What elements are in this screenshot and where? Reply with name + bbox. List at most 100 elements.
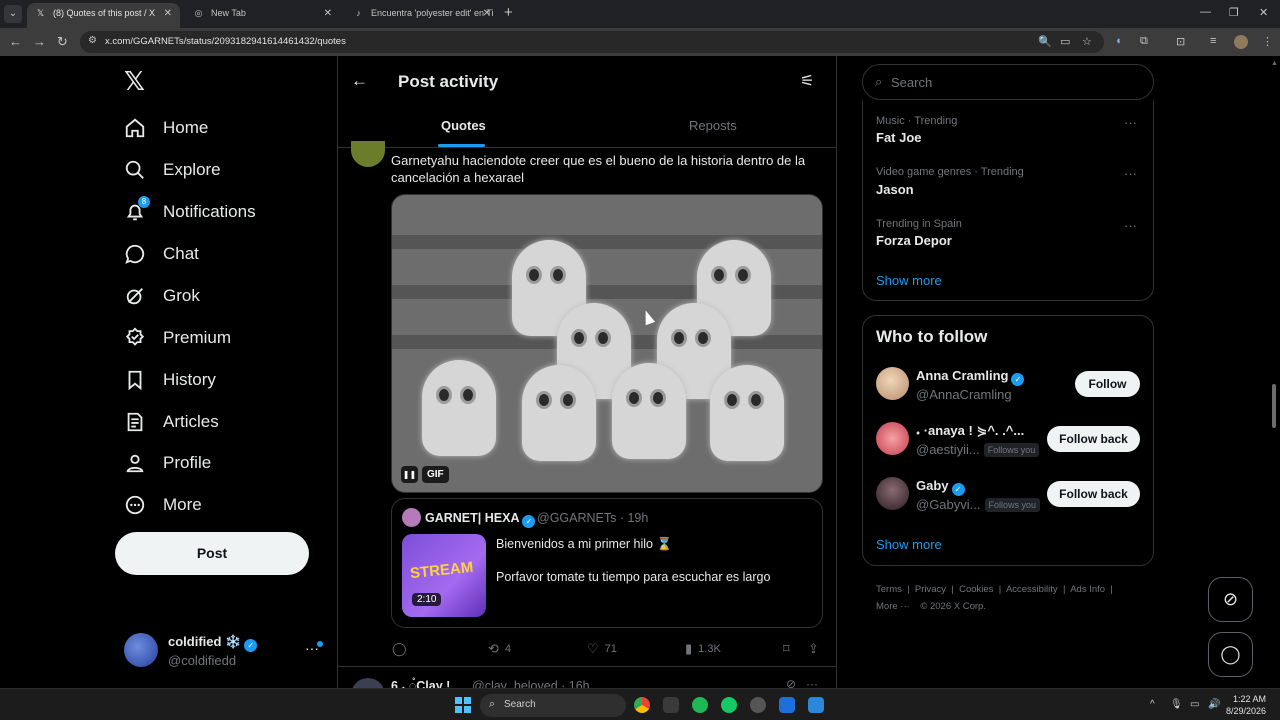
sidebar-item-notifications[interactable]: 8 Notifications (124, 196, 256, 227)
repost-button[interactable]: ⟲ 4 (488, 641, 511, 657)
sidebar-item-profile[interactable]: Profile (124, 448, 211, 478)
avatar[interactable] (402, 508, 421, 527)
follow-user-name[interactable]: Gaby ✓ (916, 478, 965, 496)
grok-fab-icon[interactable]: ⊘ (1208, 577, 1253, 622)
back-icon[interactable]: ← (9, 34, 22, 49)
footer-link-accessibility[interactable]: Accessibility (1006, 584, 1058, 595)
audio-icon[interactable]: ◖ (1115, 35, 1122, 47)
notepad-app-icon[interactable] (779, 697, 795, 713)
sidebar-item-home[interactable]: Home (124, 113, 208, 143)
extensions-icon[interactable]: ⧉ (1140, 35, 1148, 48)
pause-icon[interactable]: ❚❚ (401, 466, 418, 483)
more-options-icon[interactable]: ··· (1124, 166, 1137, 181)
trend-name[interactable]: Forza Depor (876, 233, 952, 248)
tray-overflow-icon[interactable]: ^ (1150, 699, 1155, 710)
quoted-author-name[interactable]: GARNET| HEXA ✓ (425, 511, 536, 528)
scroll-up-icon[interactable]: ▲ (1271, 60, 1278, 67)
messages-fab-icon[interactable]: ◯ (1208, 632, 1253, 677)
back-arrow-icon[interactable]: ← (351, 71, 368, 91)
close-tab-icon[interactable]: ✕ (483, 3, 491, 24)
zoom-icon[interactable]: 🔍 (1038, 35, 1052, 48)
sidebar-item-chat[interactable]: Chat (124, 239, 199, 269)
footer-more-link[interactable]: More ··· (876, 601, 910, 612)
bookmark-star-icon[interactable]: ☆ (1082, 35, 1092, 48)
close-tab-icon[interactable]: ✕ (164, 3, 172, 24)
browser-tab-active[interactable]: 𝕏 (8) Quotes of this post / X ✕ (27, 3, 180, 28)
menu-icon[interactable]: ⋮ (1262, 35, 1273, 48)
address-bar[interactable]: ⚙ x.com/GGARNETs/status/2093182941614461… (80, 31, 1104, 53)
follow-button[interactable]: Follow (1075, 371, 1140, 397)
avatar[interactable] (876, 422, 909, 455)
recorder-app-icon[interactable] (750, 697, 766, 713)
trend-name[interactable]: Jason (876, 182, 914, 197)
sidebar-item-explore[interactable]: Explore (124, 155, 221, 185)
browser-tab[interactable]: ◎ New Tab ✕ (185, 3, 340, 28)
account-avatar[interactable] (124, 633, 158, 667)
sidebar-item-more[interactable]: More (124, 490, 202, 520)
browser-toolbar: ← → ↻ ⚙ x.com/GGARNETs/status/2093182941… (0, 28, 1280, 56)
chrome-app-icon[interactable] (634, 697, 650, 713)
avatar[interactable] (876, 477, 909, 510)
follow-user-name[interactable]: Anna Cramling ✓ (916, 368, 1025, 386)
avatar[interactable] (876, 367, 909, 400)
reading-list-icon[interactable]: ≡ (1210, 35, 1216, 47)
new-tab-icon[interactable]: + (504, 4, 513, 21)
tab-search-button[interactable]: ⌄ (4, 5, 22, 23)
network-icon[interactable]: ▭ (1190, 699, 1199, 710)
share-button[interactable]: ⇪ (808, 641, 819, 657)
views-button[interactable]: ▮ 1.3K (685, 641, 721, 657)
taskbar-clock[interactable]: 1:22 AM 8/29/2026 (1226, 693, 1266, 717)
spotify-app-icon[interactable] (692, 697, 708, 713)
like-button[interactable]: ♡ 71 (587, 641, 617, 657)
windows-start-icon[interactable] (455, 697, 471, 713)
follow-back-button[interactable]: Follow back (1047, 426, 1140, 452)
more-options-icon[interactable]: ··· (1124, 115, 1137, 130)
minimize-icon[interactable]: — (1200, 6, 1211, 18)
trend-name[interactable]: Fat Joe (876, 130, 922, 145)
close-tab-icon[interactable]: ✕ (324, 3, 332, 24)
sidebar-item-grok[interactable]: Grok (124, 281, 200, 311)
account-name[interactable]: coldified ❄️ ✓ (168, 634, 258, 652)
ghost-figure (612, 363, 686, 459)
bookmark-button[interactable]: ⌑ (783, 641, 790, 657)
post-gif[interactable] (391, 194, 823, 493)
reply-button[interactable]: ◯ (392, 641, 413, 657)
xbox-app-icon[interactable] (721, 697, 737, 713)
sidebar-item-premium[interactable]: Premium (124, 323, 231, 353)
search-input[interactable]: ⌕ Search (862, 64, 1154, 100)
reload-icon[interactable]: ↻ (57, 34, 68, 50)
site-info-icon[interactable]: ⚙ (88, 35, 97, 46)
volume-icon[interactable]: 🔊 (1208, 699, 1220, 710)
sidebar-item-articles[interactable]: Articles (124, 407, 219, 437)
close-window-icon[interactable]: ✕ (1259, 6, 1268, 19)
tab-quotes[interactable]: Quotes (441, 118, 486, 133)
profile-avatar-icon[interactable] (1234, 35, 1248, 49)
footer-link-ads-info[interactable]: Ads Info (1070, 584, 1105, 595)
footer-link-cookies[interactable]: Cookies (959, 584, 993, 595)
restore-icon[interactable]: ❐ (1229, 6, 1239, 19)
sidebar-item-label: Premium (163, 328, 232, 347)
tab-reposts[interactable]: Reposts (689, 118, 737, 133)
quoted-author-handle: @GGARNETs · 19h (537, 511, 649, 525)
taskbar-search[interactable]: ⌕ Search (480, 694, 626, 717)
post-button[interactable]: Post (115, 532, 309, 575)
microphone-icon[interactable]: 🎙 (1170, 699, 1183, 710)
photos-app-icon[interactable] (808, 697, 824, 713)
scrollbar-thumb[interactable] (1272, 384, 1276, 428)
footer-link-privacy[interactable]: Privacy (915, 584, 946, 595)
footer-link-terms[interactable]: Terms (876, 584, 902, 595)
more-options-icon[interactable]: ··· (1124, 218, 1137, 233)
browser-tab[interactable]: ♪ Encuentra 'polyester edit' en Ti ✕ (345, 3, 499, 28)
sidebar-item-label: Notifications (163, 202, 256, 221)
show-more-link[interactable]: Show more (876, 537, 942, 552)
cast-icon[interactable]: ▭ (1060, 35, 1070, 48)
steam-app-icon[interactable] (663, 697, 679, 713)
follow-user-name[interactable]: 𝆺 ·anaya ! ⋟^. .^... (916, 423, 1024, 439)
follow-back-button[interactable]: Follow back (1047, 481, 1140, 507)
show-more-link[interactable]: Show more (876, 273, 942, 288)
filter-settings-icon[interactable]: ⚟ (800, 71, 814, 91)
profile-sync-icon[interactable]: ⊡ (1176, 35, 1185, 48)
x-logo-icon[interactable]: 𝕏 (124, 66, 145, 97)
sidebar-item-history[interactable]: History (124, 365, 216, 395)
forward-icon[interactable]: → (33, 34, 46, 49)
